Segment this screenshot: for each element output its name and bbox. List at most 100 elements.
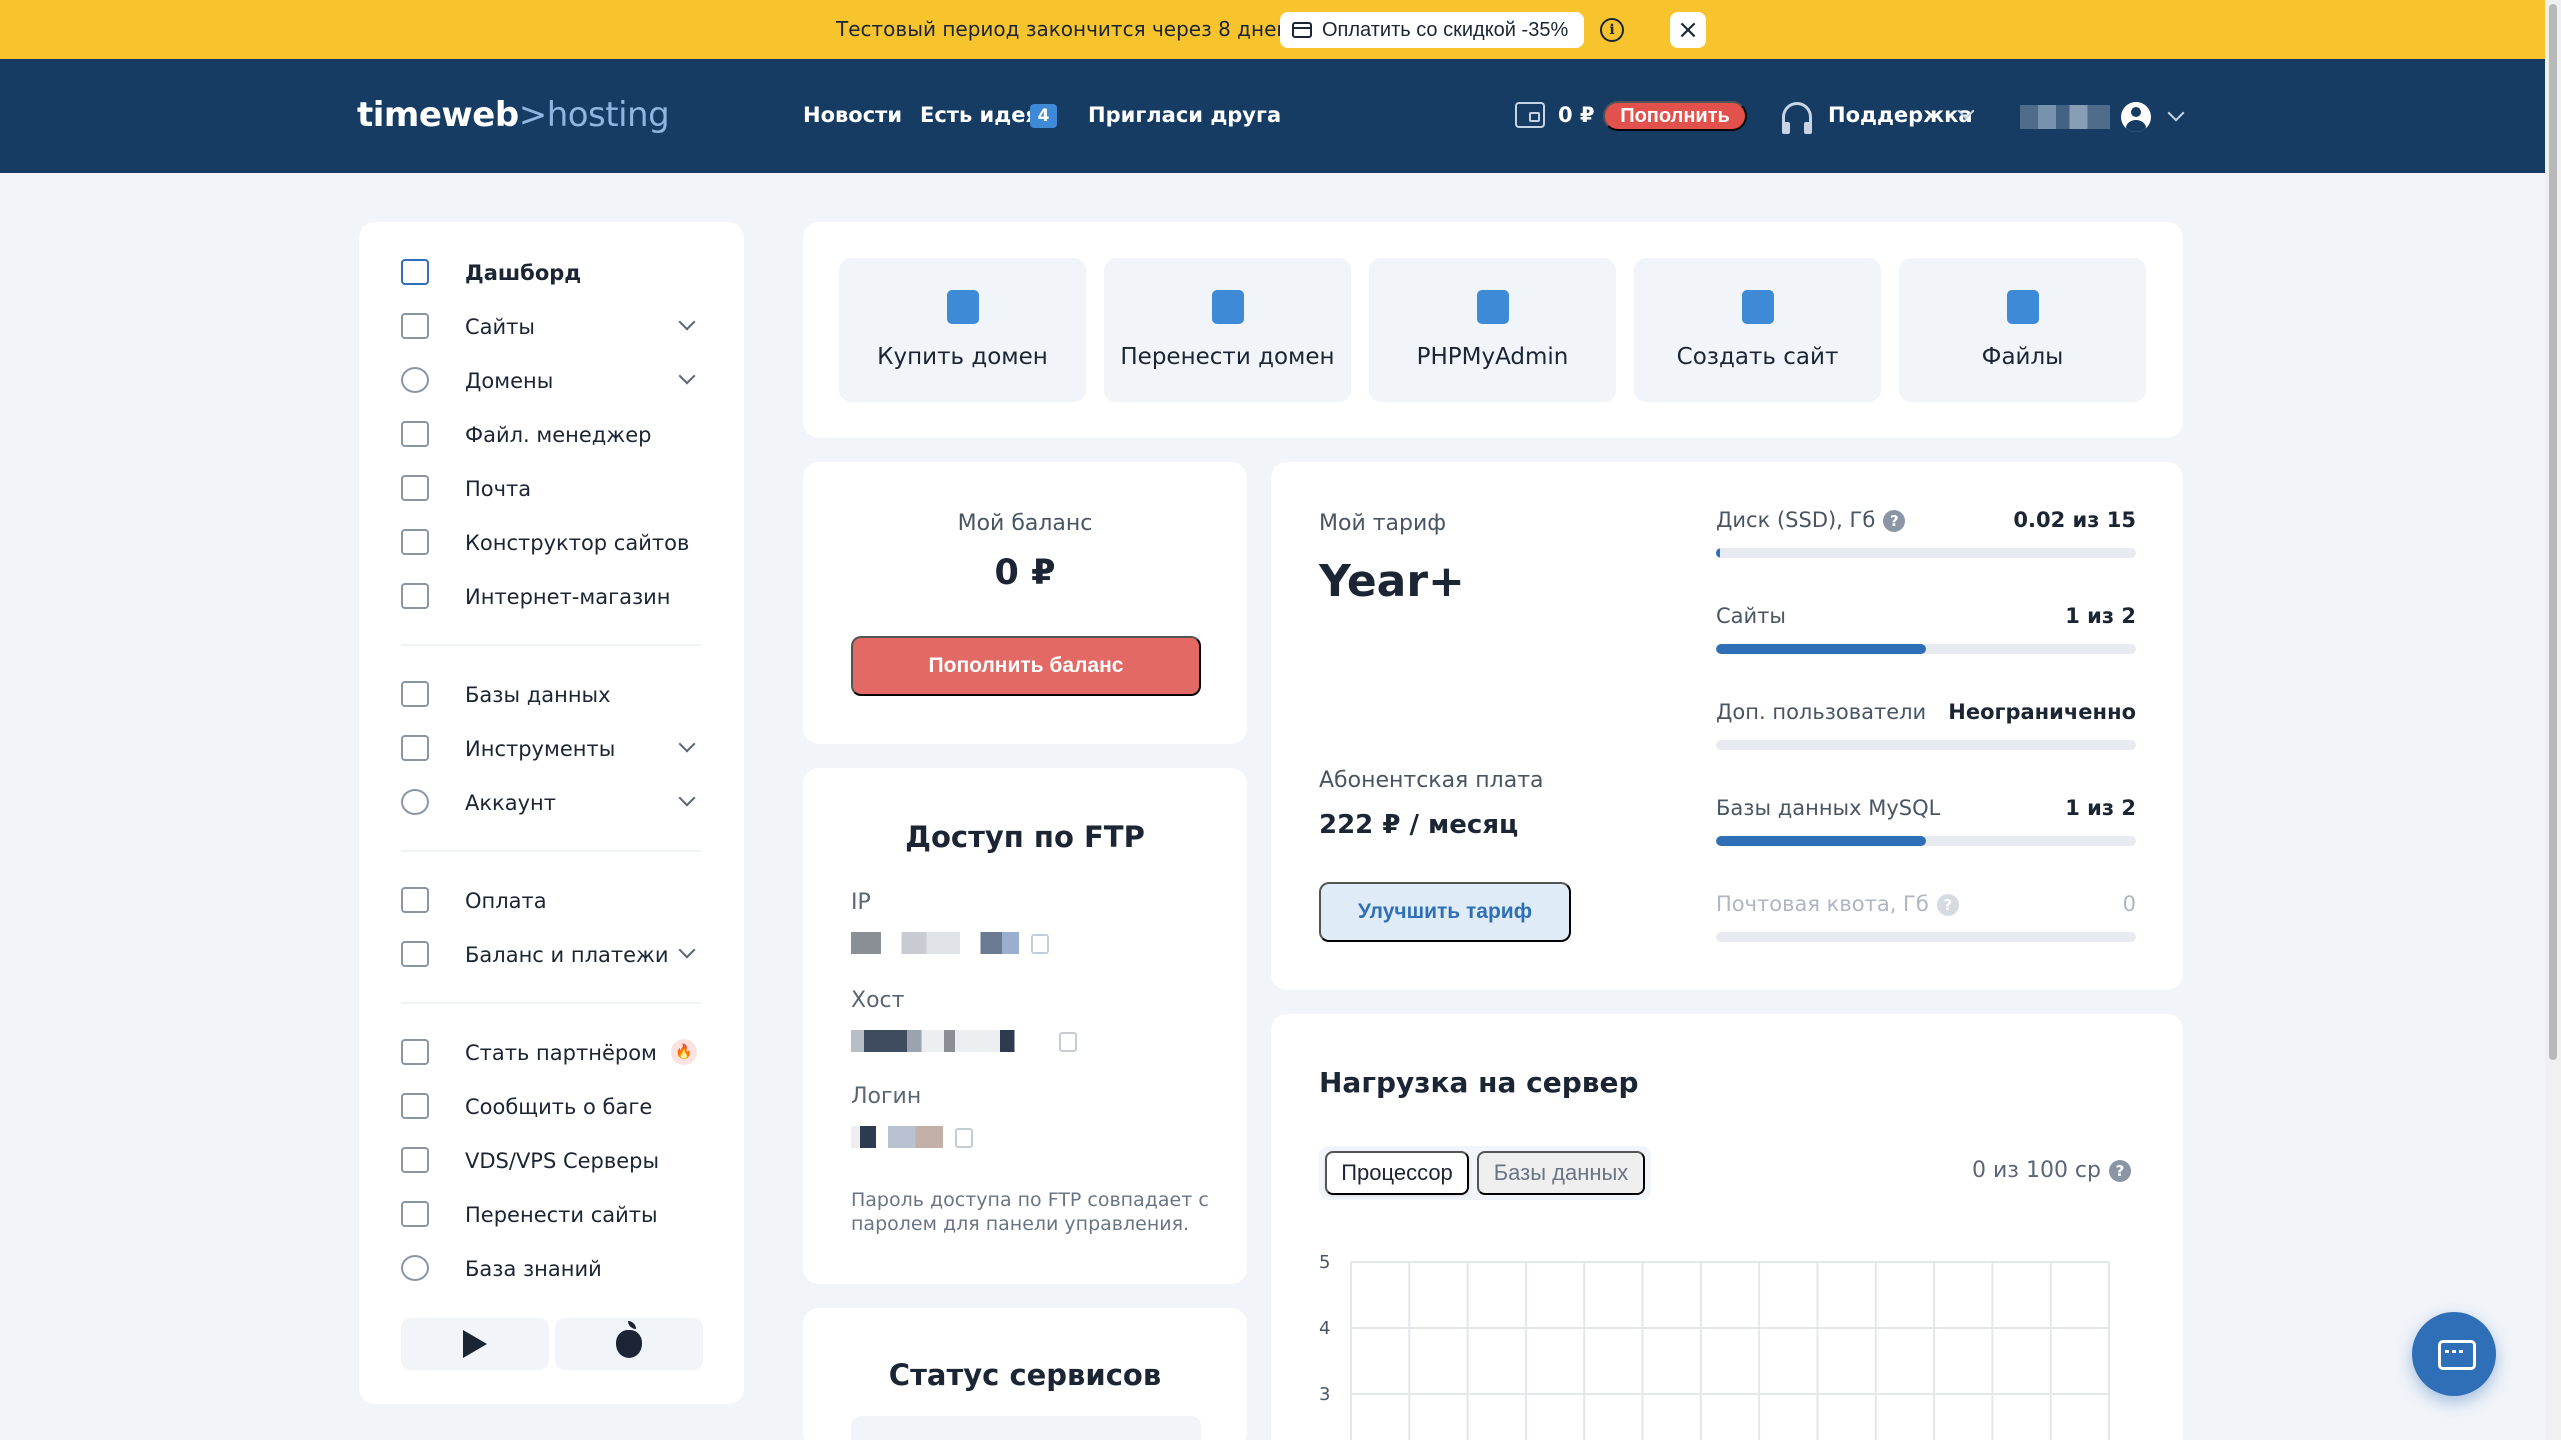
support-menu[interactable]: Поддержка	[1828, 103, 1973, 127]
resource-progress-bar	[1716, 644, 2136, 654]
topup-balance-button[interactable]: Пополнить баланс	[851, 636, 1201, 696]
resource-progress-bar	[1716, 740, 2136, 750]
tariff-name: Year+	[1319, 556, 1465, 607]
chevron-down-icon[interactable]	[678, 313, 696, 331]
resource-value: Неограниченно	[1948, 700, 2136, 724]
sidebar-item[interactable]: Аккаунт	[401, 782, 701, 822]
sidebar-item[interactable]: Базы данных	[401, 674, 701, 714]
chevron-down-icon[interactable]	[2167, 104, 2185, 122]
logo[interactable]: timeweb>hosting	[357, 95, 670, 135]
scrollbar-thumb[interactable]	[2549, 4, 2557, 1060]
quick-action-button[interactable]: PHPMyAdmin	[1369, 258, 1616, 402]
nav-news[interactable]: Новости	[803, 103, 902, 127]
upgrade-tariff-button[interactable]: Улучшить тариф	[1319, 882, 1571, 942]
copy-icon[interactable]	[955, 1128, 973, 1148]
sidebar-item-label: Сайты	[465, 315, 535, 339]
sidebar-item[interactable]: База знаний	[401, 1248, 701, 1288]
help-icon	[401, 1255, 429, 1281]
copy-icon[interactable]	[1059, 1032, 1077, 1052]
pay-discount-button[interactable]: Оплатить со скидкой -35%	[1280, 12, 1584, 48]
quick-action-label: PHPMyAdmin	[1416, 344, 1569, 370]
chevron-down-icon[interactable]	[678, 941, 696, 959]
resource-value: 0	[2122, 892, 2136, 916]
balance-card: Мой баланс 0 ₽ Пополнить баланс	[803, 462, 1247, 744]
gear-icon	[401, 789, 429, 815]
sidebar-item[interactable]: Сайты	[401, 306, 701, 346]
logo-main: timeweb	[357, 95, 519, 135]
resource-progress-fill	[1716, 836, 1926, 846]
sidebar-item[interactable]: VDS/VPS Серверы	[401, 1140, 701, 1180]
sidebar-item[interactable]: Оплата	[401, 880, 701, 920]
ftp-title: Доступ по FTP	[905, 820, 1145, 854]
resource-label: Диск (SSD), Гб?	[1716, 508, 1906, 532]
resource-progress-bar	[1716, 548, 2136, 558]
chevron-down-icon[interactable]	[678, 367, 696, 385]
quick-action-button[interactable]: Файлы	[1899, 258, 2146, 402]
chevron-down-icon[interactable]	[678, 735, 696, 753]
resource-label: Базы данных MySQL	[1716, 796, 1940, 820]
card-icon	[401, 887, 429, 913]
ftp-login-value-blurred	[851, 1126, 943, 1148]
promo-text: Тестовый период закончится через 8 дней	[836, 17, 1290, 41]
resource-progress-bar	[1716, 932, 2136, 942]
resource-row: Базы данных MySQL 1 из 2	[1716, 796, 2136, 852]
help-icon[interactable]: ?	[1936, 894, 1959, 916]
ftp-note: Пароль доступа по FTP совпадает с пароле…	[851, 1189, 1209, 1235]
resource-label-text: Почтовая квота, Гб	[1716, 892, 1929, 916]
balance-title: Мой баланс	[957, 511, 1093, 536]
sidebar-item[interactable]: Дашборд	[401, 252, 701, 292]
header-topup-button[interactable]: Пополнить	[1603, 101, 1747, 131]
user-name-blurred[interactable]	[2020, 105, 2110, 129]
app-store-button[interactable]	[555, 1318, 703, 1370]
sidebar-item-label: Конструктор сайтов	[465, 531, 690, 555]
info-icon[interactable]: i	[1600, 18, 1624, 42]
help-icon[interactable]: ?	[2109, 1160, 2131, 1182]
resource-progress-bar	[1716, 836, 2136, 846]
close-icon[interactable]: ×	[1670, 12, 1706, 48]
header-balance: 0 ₽	[1558, 103, 1595, 127]
quick-action-button[interactable]: Перенести домен	[1104, 258, 1351, 402]
quick-action-button[interactable]: Создать сайт	[1634, 258, 1881, 402]
ftp-host-label: Хост	[851, 988, 905, 1013]
server-load-title: Нагрузка на сервер	[1319, 1066, 1639, 1099]
nav-idea[interactable]: Есть идея	[920, 103, 1039, 127]
sidebar-item-label: База знаний	[465, 1257, 602, 1281]
apple-icon	[616, 1321, 642, 1358]
sidebar-item[interactable]: Почта	[401, 468, 701, 508]
sidebar-item[interactable]: Баланс и платежи	[401, 934, 701, 974]
chevron-down-icon[interactable]	[678, 789, 696, 807]
logo-sub: hosting	[546, 95, 670, 135]
quick-actions: Купить домен Перенести домен PHPMyAdmin Соз…	[803, 222, 2183, 438]
tab-databases[interactable]: Базы данных	[1477, 1151, 1645, 1195]
sidebar-item[interactable]: Инструменты	[401, 728, 701, 768]
partner-icon	[401, 1039, 429, 1065]
chat-button[interactable]	[2412, 1312, 2496, 1396]
help-icon[interactable]: ?	[1883, 510, 1906, 532]
google-play-button[interactable]	[401, 1318, 549, 1370]
ftp-card: Доступ по FTP IP Хост Логин Пароль досту…	[803, 768, 1247, 1284]
sidebar-item[interactable]: Файл. менеджер	[401, 414, 701, 454]
store-icon	[401, 583, 429, 609]
sidebar-item[interactable]: Домены	[401, 360, 701, 400]
sidebar-item[interactable]: Сообщить о баге	[401, 1086, 701, 1126]
status-row	[851, 1416, 1201, 1440]
sidebar-item[interactable]: Стать партнёром 🔥	[401, 1032, 701, 1072]
sliders-icon	[401, 735, 429, 761]
copy-icon[interactable]	[1031, 934, 1049, 954]
scrollbar[interactable]	[2545, 0, 2561, 1440]
transfer-icon	[401, 1201, 429, 1227]
sidebar-item[interactable]: Конструктор сайтов	[401, 522, 701, 562]
sidebar-item[interactable]: Интернет-магазин	[401, 576, 701, 616]
avatar[interactable]	[2121, 102, 2151, 132]
load-tabs: Процессор Базы данных	[1319, 1146, 1651, 1200]
tariff-card: Мой тариф Year+ Абонентская плата 222 ₽ …	[1271, 462, 2183, 990]
sidebar-item[interactable]: Перенести сайты	[401, 1194, 701, 1234]
tab-cpu[interactable]: Процессор	[1325, 1151, 1469, 1195]
sidebar-divider	[401, 644, 701, 646]
quick-action-button[interactable]: Купить домен	[839, 258, 1086, 402]
load-usage-value: 0 из 100 cp	[1971, 1158, 2101, 1183]
ship-icon	[1476, 290, 1509, 324]
nav-invite[interactable]: Пригласи друга	[1088, 103, 1281, 127]
sidebar-item-label: Инструменты	[465, 737, 616, 761]
sidebar-divider	[401, 850, 701, 852]
